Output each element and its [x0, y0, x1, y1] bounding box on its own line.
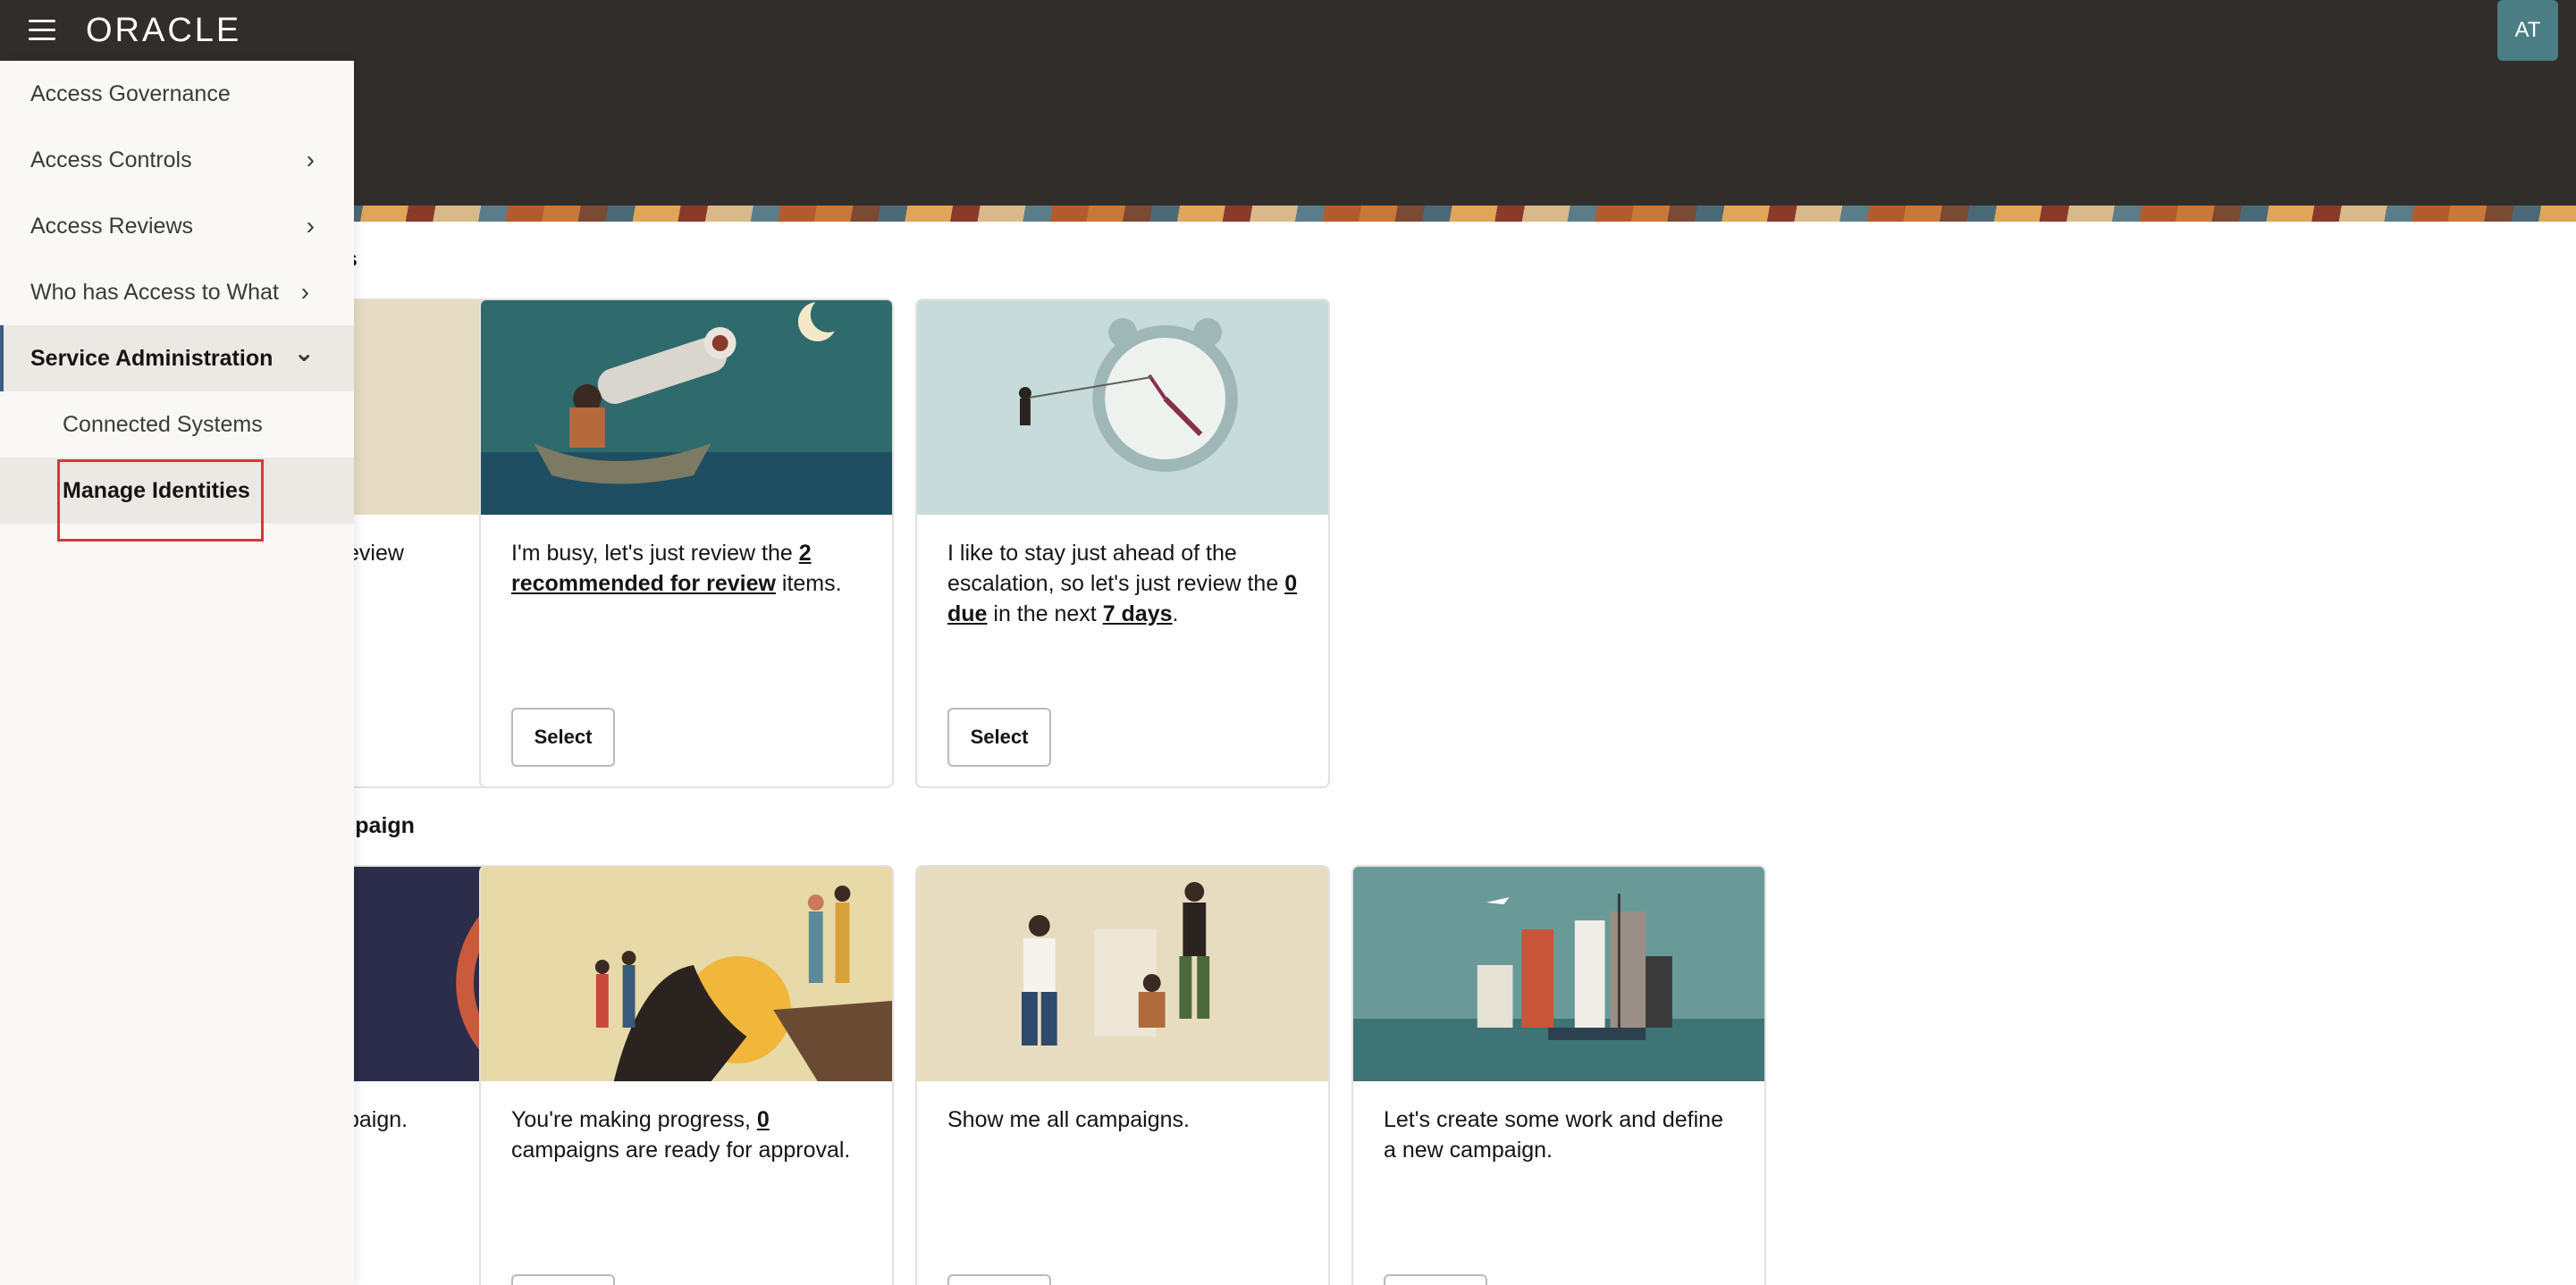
review-card-recommended: I'm busy, let's just review the 2 recomm…	[479, 298, 894, 788]
card-text-part: .	[1172, 601, 1179, 626]
card-text-part: in the next	[987, 601, 1103, 626]
card-text-part: items.	[775, 571, 842, 596]
days-link[interactable]: 7 days	[1103, 601, 1173, 626]
card-button[interactable]	[947, 1274, 1051, 1285]
select-button[interactable]: Select	[947, 708, 1051, 767]
card-text: I'm busy, let's just review the 2 recomm…	[511, 538, 869, 599]
user-avatar[interactable]: AT	[2497, 0, 2558, 61]
chevron-down-icon: ⌄	[293, 339, 315, 366]
telescope-illustration	[481, 300, 892, 515]
nav-item-access-governance[interactable]: Access Governance	[0, 61, 354, 127]
city-illustration	[1353, 867, 1764, 1081]
campaign-card-create: Let's create some work and define a new …	[1351, 865, 1766, 1285]
chevron-right-icon: ›	[306, 146, 315, 173]
chevron-right-icon: ›	[300, 278, 309, 306]
campaign-card-progress: You're making progress, 0 campaigns are …	[479, 865, 894, 1285]
select-button[interactable]: Select	[511, 708, 615, 767]
nav-item-service-administration[interactable]: Service Administration ⌄	[0, 325, 354, 391]
chevron-right-icon: ›	[306, 212, 315, 239]
campaign-card-all: Show me all campaigns.	[915, 865, 1330, 1285]
nav-item-who-has-access[interactable]: Who has Access to What ›	[0, 259, 354, 325]
hero-banner: e	[0, 63, 2576, 206]
clock-illustration	[917, 300, 1328, 515]
people-illustration	[917, 867, 1328, 1081]
decorative-pattern-strip	[0, 206, 2576, 222]
card-text-part: I'm busy, let's just review the	[511, 541, 799, 566]
card-button[interactable]	[511, 1274, 615, 1285]
card-text: Show me all campaigns.	[947, 1107, 1190, 1132]
cliff-illustration	[481, 867, 892, 1081]
card-text: Let's create some work and define a new …	[1384, 1107, 1723, 1163]
nav-item-label: Access Reviews	[30, 214, 193, 239]
hamburger-menu-icon[interactable]	[25, 16, 59, 46]
card-button[interactable]	[1384, 1274, 1487, 1285]
card-text-part: campaigns are ready for approval.	[511, 1138, 851, 1163]
nav-subitem-connected-systems[interactable]: Connected Systems	[0, 391, 354, 458]
navigation-drawer: Access Governance Access Controls › Acce…	[0, 61, 354, 1285]
approval-count-link[interactable]: 0	[757, 1107, 770, 1132]
nav-item-label: Access Controls	[30, 147, 192, 172]
nav-item-access-controls[interactable]: Access Controls ›	[0, 127, 354, 193]
review-card-due: I like to stay just ahead of the escalat…	[915, 298, 1330, 788]
card-text: I like to stay just ahead of the escalat…	[947, 538, 1305, 629]
nav-item-label: Who has Access to What	[30, 280, 279, 305]
top-bar: ORACLE AT	[0, 0, 2576, 63]
card-text: You're making progress, 0 campaigns are …	[511, 1104, 869, 1165]
nav-item-access-reviews[interactable]: Access Reviews ›	[0, 193, 354, 259]
oracle-logo: ORACLE	[86, 12, 242, 49]
nav-item-label: Access Governance	[30, 81, 231, 106]
selection-highlight-box	[57, 459, 264, 542]
card-text-part: I like to stay just ahead of the escalat…	[947, 541, 1285, 596]
card-text-part: You're making progress,	[511, 1107, 757, 1132]
nav-item-label: Service Administration	[30, 346, 274, 371]
